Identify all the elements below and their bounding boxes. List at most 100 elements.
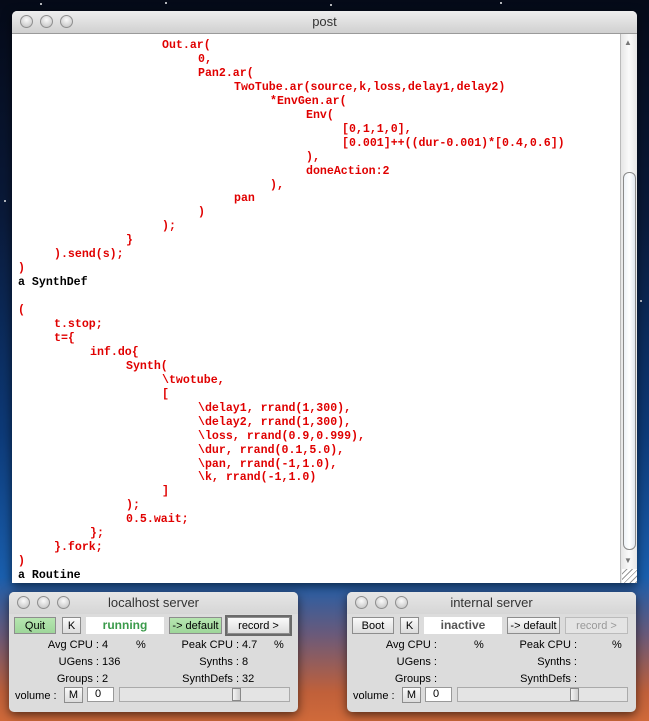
code-line: );: [162, 220, 176, 234]
avg-cpu-value: 4: [102, 639, 109, 651]
ugens-label: UGens :: [396, 656, 437, 668]
code-line: ),: [270, 178, 284, 192]
mute-button[interactable]: M: [402, 687, 421, 703]
code-line: \pan, rrand(-1,1.0),: [198, 457, 338, 471]
volume-slider-knob[interactable]: [232, 688, 241, 701]
volume-label: volume :: [353, 690, 395, 702]
code-line: [0.001]++((dur-0.001)*[0.4,0.6]): [342, 136, 565, 150]
volume-slider-knob[interactable]: [570, 688, 579, 701]
code-line: ): [18, 555, 25, 569]
output-line: a SynthDef: [18, 276, 88, 290]
groups-label: Groups :: [56, 673, 99, 685]
volume-slider[interactable]: [457, 687, 628, 702]
close-button[interactable]: [20, 15, 33, 28]
peak-cpu-value: 4.7: [242, 639, 258, 651]
scroll-down-icon[interactable]: ▼: [624, 556, 632, 565]
code-line: \dur, rrand(0.1,5.0),: [198, 443, 345, 457]
code-line: Env(: [306, 108, 334, 122]
post-text-area[interactable]: Out.ar(0, Pan2.ar(TwoTube.ar(source,k,los…: [12, 34, 621, 583]
code-line: pan: [234, 192, 255, 206]
record-button[interactable]: record >: [565, 617, 628, 634]
zoom-button[interactable]: [57, 596, 70, 609]
minimize-button[interactable]: [375, 596, 388, 609]
post-window: post Out.ar(0, Pan2.ar(TwoTube.ar(source,…: [12, 11, 637, 583]
code-line: );: [126, 499, 140, 513]
kill-button[interactable]: K: [62, 617, 81, 634]
boot-button[interactable]: Boot: [352, 617, 394, 634]
code-line: ).send(s);: [54, 248, 124, 262]
code-line: }.fork;: [54, 541, 103, 555]
ugens-label: UGens :: [58, 656, 99, 668]
star: [640, 300, 642, 302]
close-button[interactable]: [355, 596, 368, 609]
code-line: 0.5.wait;: [126, 513, 189, 527]
percent-label: %: [612, 639, 622, 651]
code-line: doneAction:2: [306, 164, 390, 178]
ugens-value: 136: [102, 656, 121, 668]
post-titlebar[interactable]: post: [12, 11, 637, 34]
server-titlebar[interactable]: internal server: [347, 592, 636, 614]
avg-cpu-label: Avg CPU :: [385, 639, 437, 651]
scroll-up-icon[interactable]: ▲: [624, 38, 632, 47]
code-line: };: [90, 527, 104, 541]
synthdefs-label: SynthDefs :: [520, 673, 577, 685]
mute-button[interactable]: M: [64, 687, 83, 703]
percent-label: %: [136, 639, 146, 651]
code-line: [0,1,1,0],: [342, 122, 412, 136]
star: [165, 2, 167, 4]
volume-input[interactable]: 0: [425, 687, 452, 702]
code-line: \delay2, rrand(1,300),: [198, 415, 352, 429]
server-status: running: [86, 617, 164, 634]
code-line: TwoTube.ar(source,k,loss,delay1,delay2): [234, 80, 506, 94]
make-default-button[interactable]: -> default: [507, 617, 560, 634]
close-button[interactable]: [17, 596, 30, 609]
percent-label: %: [474, 639, 484, 651]
groups-value: 2: [102, 673, 109, 685]
synthdefs-label: SynthDefs :: [182, 673, 239, 685]
server-status: inactive: [424, 617, 502, 634]
volume-slider[interactable]: [119, 687, 290, 702]
minimize-button[interactable]: [37, 596, 50, 609]
code-line: \loss, rrand(0.9,0.999),: [198, 429, 365, 443]
star: [40, 3, 42, 5]
kill-button[interactable]: K: [400, 617, 419, 634]
groups-label: Groups :: [394, 673, 437, 685]
scroll-thumb[interactable]: [623, 172, 636, 550]
star: [500, 2, 502, 4]
server-titlebar[interactable]: localhost server: [9, 592, 298, 614]
zoom-button[interactable]: [395, 596, 408, 609]
code-line: \delay1, rrand(1,300),: [198, 401, 352, 415]
vertical-scrollbar[interactable]: ▲ ▼: [620, 34, 637, 583]
synths-value: 8: [242, 656, 249, 668]
code-line: 0,: [198, 52, 212, 66]
peak-cpu-label: Peak CPU :: [181, 639, 239, 651]
resize-grip-icon[interactable]: [622, 569, 637, 583]
window-title: post: [312, 14, 337, 29]
minimize-button[interactable]: [40, 15, 53, 28]
code-line: [: [162, 387, 169, 401]
code-line: ): [18, 262, 25, 276]
peak-cpu-label: Peak CPU :: [519, 639, 577, 651]
volume-input[interactable]: 0: [87, 687, 114, 702]
make-default-button[interactable]: -> default: [169, 617, 222, 634]
code-line: ): [198, 206, 205, 220]
code-line: t.stop;: [54, 318, 103, 331]
code-line: Synth(: [126, 359, 168, 373]
code-line: (: [18, 304, 25, 318]
code-line: inf.do{: [90, 345, 139, 359]
output-line: a Routine: [18, 569, 81, 583]
internal-server-window: internal server Boot K inactive -> defau…: [347, 592, 636, 712]
star: [330, 4, 332, 6]
percent-label: %: [274, 639, 284, 651]
record-button[interactable]: record >: [225, 615, 292, 636]
code-line: Out.ar(: [162, 39, 211, 52]
code-line: Pan2.ar(: [198, 66, 254, 80]
code-line: *EnvGen.ar(: [270, 94, 347, 108]
zoom-button[interactable]: [60, 15, 73, 28]
code-line: \k, rrand(-1,1.0): [198, 471, 317, 485]
boot-button[interactable]: Quit: [14, 617, 56, 634]
synths-label: Synths :: [199, 656, 239, 668]
synths-label: Synths :: [537, 656, 577, 668]
code-line: \twotube,: [162, 373, 225, 387]
localhost-server-window: localhost server Quit K running -> defau…: [9, 592, 298, 712]
